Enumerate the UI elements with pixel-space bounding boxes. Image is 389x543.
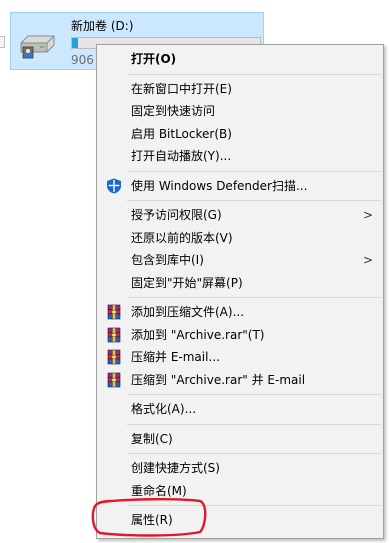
menu-item-label: 格式化(A)... — [131, 402, 197, 416]
windows-defender-shield-icon — [107, 178, 121, 193]
winrar-icon — [107, 304, 121, 320]
adjacent-item-edge — [0, 36, 5, 48]
menu-item-label: 打开自动播放(Y)... — [131, 149, 232, 163]
menu-item-label: 包含到库中(I) — [131, 253, 204, 267]
menu-item-3[interactable]: 固定到快速访问 — [97, 100, 383, 123]
menu-item-label: 授予访问权限(G) — [131, 208, 222, 222]
menu-item-13[interactable]: 压缩并 E-mail... — [97, 346, 383, 369]
menu-item-label: 添加到压缩文件(A)... — [131, 305, 245, 319]
winrar-icon — [107, 349, 121, 365]
menu-separator — [127, 394, 381, 395]
menu-item-5[interactable]: 打开自动播放(Y)... — [97, 145, 383, 168]
menu-item-label: 固定到"开始"屏幕(P) — [131, 275, 243, 290]
menu-item-label: 打开(O) — [131, 52, 177, 66]
drive-free-space: 906 — [71, 53, 94, 67]
menu-item-11[interactable]: 添加到压缩文件(A)... — [97, 301, 383, 324]
menu-item-16[interactable]: 复制(C) — [97, 428, 383, 451]
menu-item-label: 压缩并 E-mail... — [131, 350, 220, 364]
menu-separator — [127, 297, 381, 298]
menu-item-7[interactable]: 授予访问权限(G) > — [97, 204, 383, 227]
menu-item-2[interactable]: 在新窗口中打开(E) — [97, 78, 383, 101]
drive-name: 新加卷 (D:) — [71, 19, 134, 33]
menu-item-label: 创建快捷方式(S) — [131, 461, 220, 475]
submenu-chevron-icon: > — [362, 253, 373, 267]
winrar-icon — [107, 327, 121, 342]
menu-separator — [127, 73, 381, 75]
menu-item-4[interactable]: 启用 BitLocker(B) — [97, 123, 383, 146]
menu-separator — [127, 200, 381, 201]
menu-item-1[interactable]: 打开(O) — [97, 48, 383, 71]
drive-usage-fill — [72, 38, 78, 48]
menu-item-label: 还原以前的版本(V) — [131, 230, 233, 245]
menu-item-6[interactable]: 使用 Windows Defender扫描... — [97, 175, 383, 198]
menu-item-10[interactable]: 固定到"开始"屏幕(P) — [97, 272, 383, 295]
menu-item-12[interactable]: 添加到 "Archive.rar"(T) — [97, 324, 383, 347]
menu-item-label: 压缩到 "Archive.rar" 并 E-mail — [131, 372, 306, 387]
menu-item-8[interactable]: 还原以前的版本(V) — [97, 227, 383, 250]
menu-item-label: 添加到 "Archive.rar"(T) — [131, 327, 265, 342]
menu-item-14[interactable]: 压缩到 "Archive.rar" 并 E-mail — [97, 369, 383, 392]
menu-item-label: 启用 BitLocker(B) — [131, 126, 232, 141]
menu-item-9[interactable]: 包含到库中(I) > — [97, 249, 383, 272]
menu-item-17[interactable]: 创建快捷方式(S) — [97, 457, 383, 480]
red-highlight-circle — [91, 497, 207, 537]
menu-separator — [127, 170, 381, 172]
menu-separator — [127, 453, 381, 454]
hard-drive-icon — [20, 35, 55, 59]
context-menu: 打开(O) 在新窗口中打开(E) 固定到快速访问启用 BitLocker(B) 打开自… — [96, 44, 384, 539]
menu-separator — [127, 423, 381, 425]
submenu-chevron-icon: > — [362, 208, 373, 222]
winrar-icon — [107, 372, 121, 387]
menu-item-label: 在新窗口中打开(E) — [131, 81, 232, 96]
menu-item-label: 使用 Windows Defender扫描... — [131, 178, 308, 193]
menu-item-label: 复制(C) — [131, 431, 173, 446]
menu-item-label: 固定到快速访问 — [131, 104, 216, 118]
menu-item-15[interactable]: 格式化(A)... — [97, 398, 383, 421]
